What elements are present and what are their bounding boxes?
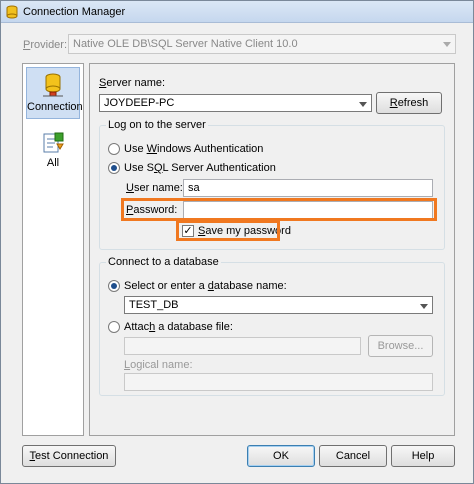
- server-name-label: Server name:: [99, 77, 166, 89]
- browse-button[interactable]: Browse...: [368, 335, 433, 357]
- chevron-down-icon: [443, 42, 451, 47]
- save-password-highlight-box: [176, 220, 280, 241]
- sql-auth-radio[interactable]: [108, 162, 120, 174]
- nav-item-connection-label: Connection: [27, 101, 83, 113]
- help-button[interactable]: Help: [391, 445, 455, 467]
- windows-auth-label[interactable]: Use Windows Authentication: [124, 143, 263, 155]
- logon-group-title: Log on to the server: [106, 119, 208, 131]
- database-name-value: TEST_DB: [129, 299, 179, 311]
- username-label: User name:: [126, 182, 183, 194]
- database-name-combo[interactable]: TEST_DB: [124, 296, 433, 314]
- select-database-radio[interactable]: [108, 280, 120, 292]
- select-database-label[interactable]: Select or enter a database name:: [124, 280, 287, 292]
- attach-database-label[interactable]: Attach a database file:: [124, 321, 233, 333]
- connection-manager-window: Connection Manager Provider: Native OLE …: [0, 0, 474, 484]
- logical-name-label: Logical name:: [124, 359, 193, 371]
- windows-auth-radio[interactable]: [108, 143, 120, 155]
- logon-group: Log on to the server Use Windows Authent…: [99, 119, 445, 250]
- cancel-button[interactable]: Cancel: [319, 445, 387, 467]
- provider-value: Native OLE DB\SQL Server Native Client 1…: [73, 38, 298, 50]
- provider-label: Provider:: [23, 39, 68, 51]
- test-connection-button[interactable]: Test Connection: [22, 445, 116, 467]
- logical-name-input[interactable]: [124, 373, 433, 391]
- nav-item-all[interactable]: All: [26, 128, 80, 174]
- chevron-down-icon: [420, 304, 428, 309]
- username-value: sa: [188, 182, 200, 194]
- refresh-button[interactable]: Refresh: [376, 92, 442, 114]
- nav-item-connection[interactable]: Connection: [26, 67, 83, 119]
- page-selector: Connection All: [22, 63, 84, 436]
- database-group-title: Connect to a database: [106, 256, 221, 268]
- nav-item-all-label: All: [46, 157, 60, 169]
- database-group: Connect to a database Select or enter a …: [99, 256, 445, 396]
- window-title: Connection Manager: [23, 6, 126, 18]
- properties-icon: [43, 132, 64, 153]
- provider-select[interactable]: Native OLE DB\SQL Server Native Client 1…: [68, 34, 456, 54]
- username-input[interactable]: sa: [183, 179, 433, 197]
- chevron-down-icon: [359, 102, 367, 107]
- connection-page: Server name: JOYDEEP-PC Refresh Log on t…: [89, 63, 455, 436]
- database-icon: [6, 5, 18, 19]
- attach-database-radio[interactable]: [108, 321, 120, 333]
- server-name-combo[interactable]: JOYDEEP-PC: [99, 94, 372, 112]
- server-name-value: JOYDEEP-PC: [104, 97, 175, 109]
- sql-auth-label[interactable]: Use SQL Server Authentication: [124, 162, 276, 174]
- attach-database-input[interactable]: [124, 337, 361, 355]
- title-bar[interactable]: Connection Manager: [1, 1, 473, 23]
- password-highlight-box: [121, 198, 437, 221]
- connection-icon: [43, 73, 63, 97]
- ok-button[interactable]: OK: [247, 445, 315, 467]
